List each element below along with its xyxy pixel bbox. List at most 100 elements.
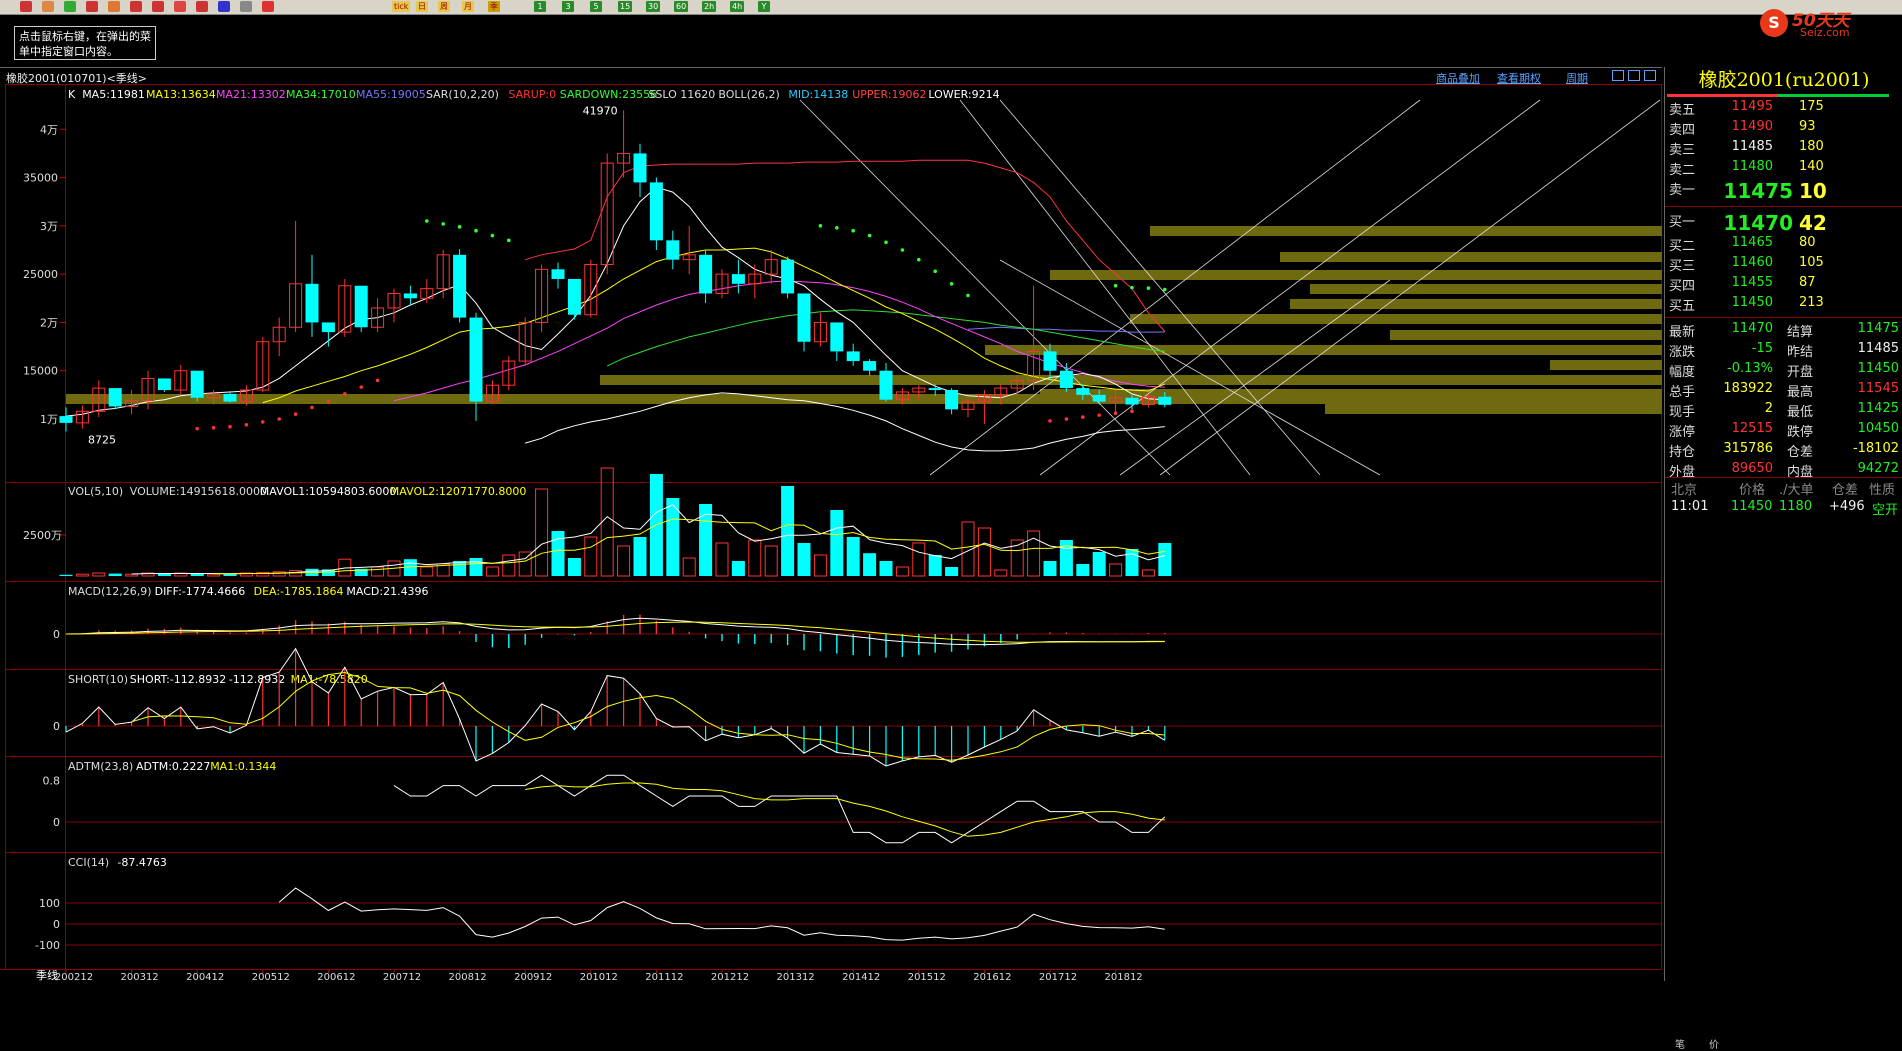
- vol-legend-item: VOLUME:14915618.0000: [130, 485, 267, 498]
- volume-bar-down: [469, 558, 483, 576]
- tick-oi: +496: [1829, 499, 1865, 514]
- adtm-legend-item: MA1:0.1344: [210, 760, 276, 773]
- candle-body-down: [731, 274, 745, 284]
- volume-bar-up: [485, 566, 499, 577]
- volume-bar-up: [748, 539, 762, 577]
- volume-bar-up: [994, 569, 1008, 577]
- candle-body-down: [830, 322, 844, 352]
- candle-body-down: [863, 361, 877, 371]
- quote-separator: [1665, 477, 1902, 478]
- kline-legend-item: SARUP:0: [508, 88, 556, 101]
- volume-bar-up: [813, 554, 827, 577]
- stat-label: 最新: [1669, 325, 1696, 340]
- sar-down-dot: [474, 228, 478, 233]
- volume-bar-down: [1092, 552, 1106, 576]
- volume-profile-bar: [1150, 226, 1662, 236]
- volume-profile-bar: [1290, 299, 1662, 309]
- volume-bar-up: [502, 554, 516, 577]
- sar-down-dot: [867, 233, 872, 238]
- bid-volume: 42: [1799, 211, 1827, 235]
- volume-bar-down: [945, 567, 959, 576]
- candle-body-down: [157, 378, 171, 391]
- volume-bar-up: [1109, 563, 1123, 577]
- candle-body-down: [1059, 370, 1073, 389]
- tick-price: 11450: [1731, 499, 1773, 514]
- adtm-y-tick-label: 0.8: [43, 774, 61, 787]
- short-legend-item: SHORT(10): [68, 673, 128, 686]
- tick-col-vol: ./大单: [1779, 483, 1814, 498]
- stat-value: 11425: [1857, 401, 1899, 416]
- k-y-tick-label: 35000: [23, 172, 58, 185]
- candle-body-down: [190, 370, 204, 398]
- quote-title: 橡胶2001(ru2001): [1698, 69, 1870, 91]
- brand-mark-icon: S: [1760, 9, 1788, 37]
- volume-bar-up: [912, 542, 926, 577]
- short-ma-line: [131, 671, 1165, 761]
- volume-bar-down: [1158, 543, 1172, 576]
- sar-down-dot: [851, 228, 855, 233]
- candle-body-down: [1076, 388, 1090, 395]
- sar-down-dot: [818, 224, 823, 228]
- sar-up-dot: [211, 425, 216, 430]
- short-line: [65, 647, 1166, 767]
- sar-up-dot: [1064, 417, 1069, 421]
- buy-sell-bar-green: [1777, 94, 1889, 97]
- stat-label: 幅度: [1669, 365, 1696, 380]
- k-y-tick-label: 1万: [40, 413, 58, 426]
- chart-area[interactable]: 4万 35000 3万 25000 2万 15000 1万 41970 8725 K MA5:119…: [0, 0, 1663, 981]
- kline-legend-item: LOWER:9214: [928, 88, 999, 101]
- sar-up-dot: [375, 378, 380, 383]
- stat-value: 10450: [1857, 421, 1899, 436]
- bid-volume: 213: [1799, 295, 1824, 310]
- volume-bar-up: [518, 551, 532, 577]
- cci-legend-item: CCI(14): [68, 856, 109, 869]
- candle-body-down: [1043, 351, 1057, 371]
- x-tick-label: 201412: [842, 972, 880, 981]
- vol-legend-item: MAVOL2:12071770.8000: [390, 485, 527, 498]
- tab-trades[interactable]: 笔: [1675, 1036, 1685, 1051]
- kline-legend-item: SSLO 11620: [648, 88, 715, 101]
- macd-legend-item: MACD(12,26,9): [68, 585, 152, 598]
- x-tick-label: 201612: [973, 972, 1011, 981]
- stat-value: -0.13%: [1727, 361, 1773, 376]
- tick-row[interactable]: 11:01 11450 1180 +496 空开: [1665, 499, 1902, 518]
- quote-row: 现手 2 11425 最低: [1665, 401, 1902, 420]
- volume-bar-down: [1125, 549, 1139, 576]
- stat-label: 开盘: [1787, 365, 1814, 380]
- volume-profile-bar: [600, 375, 1662, 385]
- tick-time: 11:01: [1671, 499, 1709, 514]
- mavol1-line: [131, 503, 1165, 575]
- quote-row: 卖五 11495 175: [1665, 99, 1902, 118]
- quote-row: 持仓 315786 -18102 仓差: [1665, 441, 1902, 460]
- bid-label: 买二: [1669, 239, 1696, 254]
- adtm-legend-item: ADTM(23,8): [68, 760, 133, 773]
- brand-site: Seiz.com: [1800, 26, 1850, 39]
- ma34-line: [606, 309, 1165, 367]
- quote-row: 涨跌 -15 11485 昨结: [1665, 341, 1902, 360]
- volume-bar-up: [125, 573, 139, 577]
- bid-price: 11465: [1731, 235, 1773, 250]
- sar-up-dot: [277, 417, 282, 421]
- tick-header: 北京 价格 ./大单 仓差 性质: [1665, 479, 1902, 498]
- stat-value: 11485: [1857, 341, 1899, 356]
- volume-profile-bar: [985, 345, 1662, 355]
- quote-row: 最新 11470 11475 结算: [1665, 321, 1902, 340]
- tab-prices[interactable]: 价: [1709, 1036, 1719, 1051]
- stat-label: 最低: [1787, 405, 1814, 420]
- stat-value: -15: [1751, 341, 1773, 356]
- stat-label: 跌停: [1787, 425, 1814, 440]
- kline-legend-item: UPPER:19062: [852, 88, 926, 101]
- kline-legend-item: SARDOWN:23556: [560, 88, 657, 101]
- volume-profile-bar: [1130, 314, 1662, 324]
- sar-down-dot: [1130, 285, 1134, 290]
- bid-price: 11470: [1723, 211, 1793, 235]
- candle-body-down: [59, 416, 73, 423]
- x-tick-label: 200512: [252, 972, 290, 981]
- quote-row: 卖三 11485 180: [1665, 139, 1902, 158]
- volume-profile-bar: [1310, 284, 1662, 294]
- kline-legend-item: MID:14138: [788, 88, 848, 101]
- volume-profile-bar: [66, 394, 1662, 404]
- quote-row: 买一 11470 42: [1665, 211, 1902, 235]
- kline-legend-item: MA13:13634: [146, 88, 216, 101]
- sar-down-dot: [933, 269, 937, 274]
